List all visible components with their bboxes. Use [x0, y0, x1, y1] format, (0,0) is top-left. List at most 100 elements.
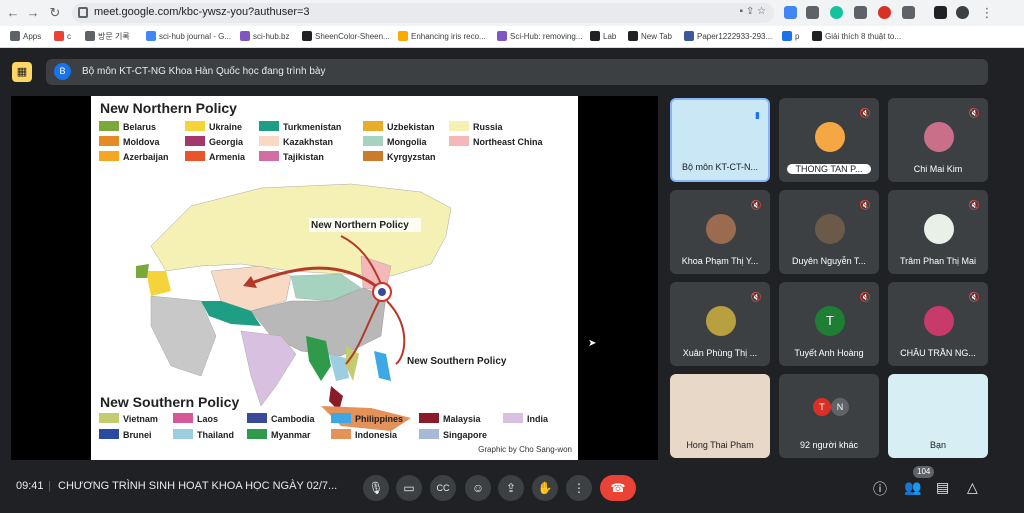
map-label-south: New Southern Policy	[407, 356, 507, 367]
participant-avatar	[924, 214, 954, 244]
bookmark-item[interactable]: sci-hub.bz	[240, 31, 289, 41]
south-policy-title: New Southern Policy	[100, 394, 240, 410]
bookmark-item[interactable]: New Tab	[628, 31, 672, 41]
address-bar[interactable]: meet.google.com/kbc-ywsz-you?authuser=3 …	[72, 3, 774, 23]
participant-tile[interactable]: 🔇 Chi Mai Kim	[888, 98, 988, 182]
puzzle-extension-icon[interactable]	[902, 6, 915, 19]
people-icon[interactable]: 👥	[904, 479, 921, 496]
participant-name: Hong Thai Pham	[686, 440, 754, 450]
participant-avatar	[924, 306, 954, 336]
reload-icon[interactable]: ↻	[46, 4, 64, 22]
camera-icon[interactable]: ▭	[396, 475, 422, 501]
shared-slide: New Northern Policy Belarus Ukraine Turkme…	[91, 96, 578, 460]
legend-item: Myanmar	[247, 429, 311, 440]
bookmark-label: Giải thích 8 thuật to...	[825, 32, 902, 41]
participant-tile[interactable]: 🔇 Khoa Phạm Thị Y...	[670, 190, 770, 274]
legend-item: India	[503, 413, 548, 424]
participant-tile[interactable]: ▮ Bộ môn KT-CT-N...	[670, 98, 770, 182]
participant-avatar	[815, 214, 845, 244]
bookmark-favicon-icon	[684, 31, 694, 41]
participant-name: Xuân Phùng Thị ...	[682, 348, 758, 358]
legend-item: Malaysia	[419, 413, 481, 424]
camera-extension-icon[interactable]	[854, 6, 867, 19]
muted-mic-icon: 🔇	[968, 200, 980, 210]
bookmark-label: Lab	[603, 32, 617, 41]
bookmark-favicon-icon	[590, 31, 600, 41]
legend-label: Malaysia	[443, 414, 481, 424]
lock-icon	[78, 7, 88, 18]
info-icon[interactable]: ⓘ	[873, 479, 887, 499]
bookmark-label: sci-hub journal - G...	[159, 32, 232, 41]
bookmark-favicon-icon	[812, 31, 822, 41]
participant-tile[interactable]: 🔇 Duyên Nguyễn T...	[779, 190, 879, 274]
mic-icon[interactable]: 🎙	[363, 475, 389, 501]
muted-mic-icon: 🔇	[859, 108, 871, 118]
participant-tile[interactable]: Hong Thai Pham	[670, 374, 770, 458]
more-icon[interactable]: ⋮	[566, 475, 592, 501]
bookmark-item[interactable]: sci-hub journal - G...	[146, 31, 231, 41]
bookmark-label: 방문 기록	[98, 32, 130, 41]
legend-item: Singapore	[419, 429, 487, 440]
meeting-title: CHƯƠNG TRÌNH SINH HOẠT KHOA HỌC NGÀY 02/…	[58, 480, 338, 492]
present-icon[interactable]: ⇪	[498, 475, 524, 501]
bookmark-item[interactable]: c	[54, 31, 71, 41]
participant-count-badge: 104	[913, 466, 935, 478]
end-call-icon[interactable]: ☎	[600, 475, 636, 501]
participant-name: CHÂU TRẦN NG...	[900, 348, 976, 358]
browser-menu-icon[interactable]: ⋮	[978, 4, 996, 22]
korea-flag-dot	[378, 288, 386, 296]
participant-tile[interactable]: T N 92 người khác	[779, 374, 879, 458]
bookmark-favicon-icon	[628, 31, 638, 41]
bookmark-label: SheenColor-Sheen...	[315, 32, 390, 41]
bookmark-label: Paper1222933-293...	[697, 32, 773, 41]
bookmark-item[interactable]: Giải thích 8 thuật to...	[812, 31, 901, 41]
translate-extension-icon[interactable]	[784, 6, 797, 19]
facebook-extension-icon[interactable]	[806, 6, 819, 19]
bookmark-favicon-icon	[54, 31, 64, 41]
legend-swatch	[419, 413, 439, 423]
muted-mic-icon: 🔇	[750, 200, 762, 210]
presentation-icon[interactable]: ▦	[12, 62, 32, 82]
participant-tile[interactable]: T 🔇 Tuyết Anh Hoàng	[779, 282, 879, 366]
grammarly-extension-icon[interactable]	[830, 6, 843, 19]
participant-tile[interactable]: 🔇 Xuân Phùng Thị ...	[670, 282, 770, 366]
back-icon[interactable]: ←	[4, 4, 22, 22]
hand-icon[interactable]: ✋	[532, 475, 558, 501]
legend-label: Myanmar	[271, 430, 311, 440]
participant-tile[interactable]: 🔇 CHÂU TRẦN NG...	[888, 282, 988, 366]
bookmark-item[interactable]: Apps	[10, 31, 41, 41]
bookmark-favicon-icon	[398, 31, 408, 41]
bookmark-label: Apps	[23, 32, 42, 41]
legend-label: Cambodia	[271, 414, 315, 424]
bookmark-item[interactable]: p	[782, 31, 799, 41]
bookmark-item[interactable]: Paper1222933-293...	[684, 31, 772, 41]
presenter-avatar: B	[54, 63, 71, 80]
opera-extension-icon[interactable]	[878, 6, 891, 19]
cc-icon[interactable]: CC	[430, 475, 456, 501]
emoji-icon[interactable]: ☺	[465, 475, 491, 501]
forward-icon[interactable]: →	[24, 4, 42, 22]
bookmark-item[interactable]: SheenColor-Sheen...	[302, 31, 390, 41]
participant-tile[interactable]: Bạn	[888, 374, 988, 458]
legend-label: Brunei	[123, 430, 152, 440]
bookmark-item[interactable]: Lab	[590, 31, 616, 41]
profile-avatar-icon[interactable]	[956, 6, 969, 19]
bookmark-item[interactable]: Enhancing iris reco...	[398, 31, 486, 41]
participant-name: Bạn	[929, 440, 946, 450]
clock: 09:41	[16, 480, 44, 492]
participant-tile[interactable]: 🔇 THONG TAN P...	[779, 98, 879, 182]
bookmark-favicon-icon	[497, 31, 507, 41]
bookmark-item[interactable]: 방문 기록	[85, 31, 130, 42]
activities-icon[interactable]: △	[967, 479, 978, 496]
participant-tile[interactable]: 🔇 Trâm Phan Thị Mai	[888, 190, 988, 274]
muted-mic-icon: 🔇	[968, 292, 980, 302]
sidebar-toggle-icon[interactable]	[934, 6, 947, 19]
address-bar-icons[interactable]: ▪ ⇪ ☆	[740, 6, 766, 17]
bookmark-favicon-icon	[240, 31, 250, 41]
legend-swatch	[247, 429, 267, 439]
south-arrow	[386, 300, 406, 365]
muted-mic-icon: 🔇	[859, 292, 871, 302]
participant-avatar: T	[813, 398, 831, 416]
bookmark-item[interactable]: Sci-Hub: removing...	[497, 31, 582, 41]
chat-icon[interactable]: ▤	[936, 479, 949, 496]
